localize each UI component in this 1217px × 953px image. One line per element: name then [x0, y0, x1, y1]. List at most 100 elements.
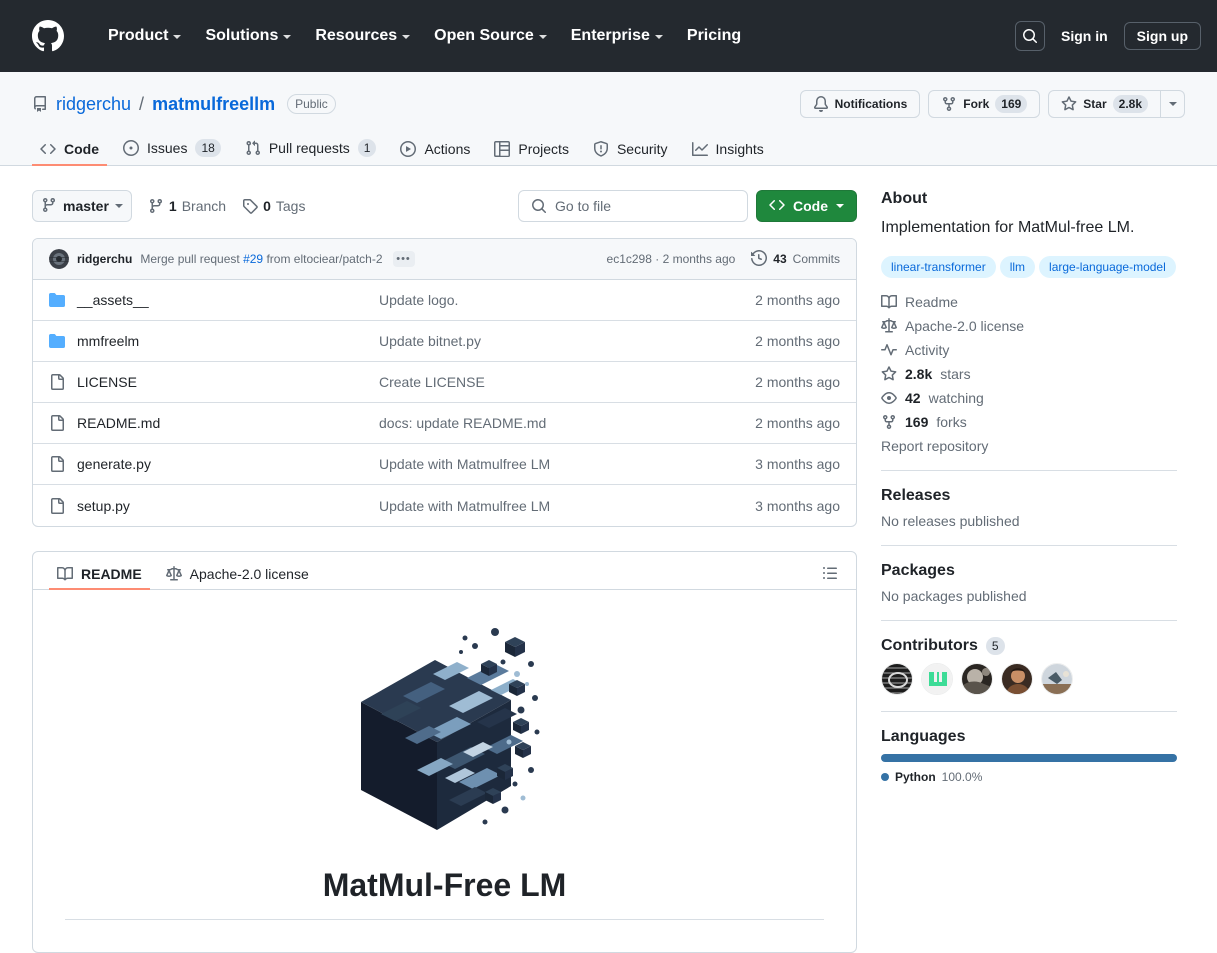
commit-relative-time: 2 months ago — [663, 252, 736, 266]
repo-meta-links: 1 Branch 0 Tags — [148, 198, 306, 214]
fork-count-value: 169 — [905, 414, 928, 430]
tag-count: 0 — [263, 198, 271, 214]
avatar[interactable] — [881, 663, 913, 695]
tab-issues[interactable]: Issues 18 — [115, 132, 229, 166]
file-commit-message[interactable]: Create LICENSE — [379, 374, 720, 390]
file-name-link[interactable]: README.md — [77, 415, 160, 431]
file-commit-message[interactable]: Update bitnet.py — [379, 333, 720, 349]
commit-history-link[interactable]: 43 Commits — [751, 250, 840, 269]
sign-in-link[interactable]: Sign in — [1061, 28, 1108, 44]
sign-up-button[interactable]: Sign up — [1124, 22, 1201, 50]
tab-code[interactable]: Code — [32, 134, 107, 166]
table-row[interactable]: README.md docs: update README.md 2 month… — [33, 403, 856, 444]
commit-hash-and-time[interactable]: ec1c298 · 2 months ago — [607, 252, 736, 266]
language-list: Python 100.0% — [881, 770, 1177, 784]
star-dropdown-button[interactable] — [1161, 90, 1185, 118]
star-button[interactable]: Star 2.8k — [1048, 90, 1161, 118]
report-repository-link[interactable]: Report repository — [881, 438, 1177, 454]
packages-empty-note: No packages published — [881, 588, 1177, 604]
nav-item-resources[interactable]: Resources — [303, 19, 422, 53]
table-row[interactable]: setup.py Update with Matmulfree LM 3 mon… — [33, 485, 856, 526]
file-commit-message[interactable]: Update with Matmulfree LM — [379, 456, 720, 472]
chevron-down-icon — [539, 35, 547, 39]
sidebar-item-watching[interactable]: 42 watching — [881, 390, 1177, 406]
file-name-link[interactable]: LICENSE — [77, 374, 137, 390]
branch-selector[interactable]: master — [32, 190, 132, 222]
search-input[interactable] — [555, 198, 735, 214]
nav-item-enterprise[interactable]: Enterprise — [559, 19, 675, 53]
commit-pr-link[interactable]: #29 — [243, 252, 263, 266]
graph-icon — [692, 141, 708, 157]
nav-item-product[interactable]: Product — [96, 19, 193, 53]
tag-count-link[interactable]: 0 Tags — [242, 198, 305, 214]
tab-readme[interactable]: README — [49, 560, 150, 590]
law-icon — [881, 318, 897, 334]
file-name-cell: mmfreelm — [49, 333, 379, 349]
avatar[interactable] — [961, 663, 993, 695]
topic-tag[interactable]: large-language-model — [1039, 256, 1176, 278]
code-download-button[interactable]: Code — [756, 190, 857, 222]
file-name-link[interactable]: generate.py — [77, 456, 151, 472]
github-mark-icon[interactable] — [32, 20, 64, 52]
chevron-down-icon — [173, 35, 181, 39]
search-icon[interactable] — [1015, 21, 1045, 51]
commit-message[interactable]: Merge pull request #29 from eltociear/pa… — [140, 252, 382, 266]
notifications-button[interactable]: Notifications — [800, 90, 921, 118]
avatar[interactable] — [1001, 663, 1033, 695]
repo-owner-link[interactable]: ridgerchu — [56, 94, 131, 115]
language-item-python[interactable]: Python 100.0% — [881, 770, 982, 784]
repo-actions: Notifications Fork 169 — [800, 90, 1185, 118]
file-updated-time: 2 months ago — [720, 292, 840, 308]
table-row[interactable]: __assets__ Update logo. 2 months ago — [33, 280, 856, 321]
about-links: Readme Apache-2.0 license — [881, 294, 1177, 430]
commit-author-link[interactable]: ridgerchu — [77, 252, 132, 266]
tab-actions[interactable]: Actions — [392, 134, 478, 166]
file-name-link[interactable]: mmfreelm — [77, 333, 139, 349]
sidebar-item-stars[interactable]: 2.8k stars — [881, 366, 1177, 382]
book-icon — [881, 294, 897, 310]
branch-count: 1 — [169, 198, 177, 214]
file-commit-message[interactable]: Update with Matmulfree LM — [379, 498, 720, 514]
avatar[interactable] — [1041, 663, 1073, 695]
language-bar-segment-python[interactable] — [881, 754, 1177, 762]
file-commit-message[interactable]: docs: update README.md — [379, 415, 720, 431]
tab-insights[interactable]: Insights — [684, 134, 772, 166]
topic-tag[interactable]: llm — [1000, 256, 1035, 278]
branch-count-link[interactable]: 1 Branch — [148, 198, 226, 214]
sidebar-item-activity[interactable]: Activity — [881, 342, 1177, 358]
nav-item-pricing[interactable]: Pricing — [675, 19, 753, 53]
commit-message-prefix: Merge pull request — [140, 252, 243, 266]
sidebar-item-label: Readme — [905, 294, 958, 310]
avatar — [49, 249, 69, 269]
go-to-file-field[interactable] — [518, 190, 748, 222]
file-commit-message[interactable]: Update logo. — [379, 292, 720, 308]
file-name-link[interactable]: __assets__ — [77, 292, 149, 308]
file-name-link[interactable]: setup.py — [77, 498, 130, 514]
avatar[interactable] — [921, 663, 953, 695]
repo-tabs: Code Issues 18 Pull requests 1 — [32, 132, 1185, 165]
nav-item-open-source[interactable]: Open Source — [422, 19, 559, 53]
readme-heading: MatMul-Free LM — [65, 865, 824, 920]
table-row[interactable]: mmfreelm Update bitnet.py 2 months ago — [33, 321, 856, 362]
fork-button[interactable]: Fork 169 — [928, 90, 1040, 118]
star-count-value: 2.8k — [905, 366, 932, 382]
chevron-down-icon — [402, 35, 410, 39]
contributors-count: 5 — [986, 637, 1005, 655]
tab-security[interactable]: Security — [585, 134, 676, 166]
nav-item-solutions[interactable]: Solutions — [193, 19, 303, 53]
watching-count-value: 42 — [905, 390, 921, 406]
table-row[interactable]: LICENSE Create LICENSE 2 months ago — [33, 362, 856, 403]
tab-count: 18 — [195, 139, 220, 157]
topic-tag[interactable]: linear-transformer — [881, 256, 996, 278]
list-unordered-icon[interactable] — [820, 563, 840, 583]
tab-license[interactable]: Apache-2.0 license — [158, 560, 317, 590]
sidebar-item-license[interactable]: Apache-2.0 license — [881, 318, 1177, 334]
repo-name-link[interactable]: matmulfreellm — [152, 94, 275, 115]
sidebar-item-forks[interactable]: 169 forks — [881, 414, 1177, 430]
repo-title-row: ridgerchu / matmulfreellm Public Notific… — [32, 88, 1185, 120]
expand-commit-button[interactable]: ••• — [393, 251, 415, 267]
tab-projects[interactable]: Projects — [486, 134, 577, 166]
tab-pull-requests[interactable]: Pull requests 1 — [237, 132, 385, 166]
sidebar-item-readme[interactable]: Readme — [881, 294, 1177, 310]
table-row[interactable]: generate.py Update with Matmulfree LM 3 … — [33, 444, 856, 485]
